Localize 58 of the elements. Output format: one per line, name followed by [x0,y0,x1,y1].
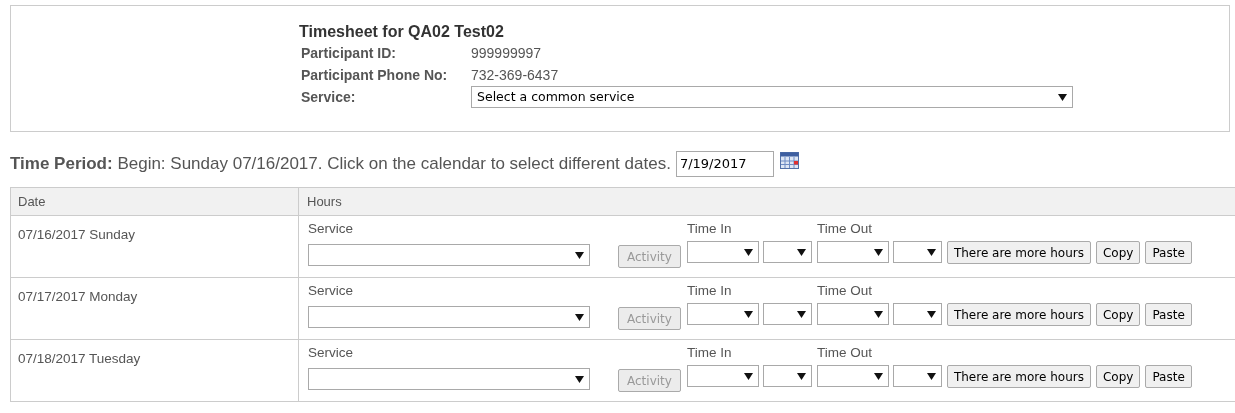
field-label: Time Out [816,219,873,238]
field-label: Time In [686,219,733,238]
field-label: Service [308,281,354,300]
calendar-icon[interactable] [779,151,799,169]
more-hours-button[interactable]: There are more hours [946,365,1091,388]
caret-icon [743,247,753,257]
field-label: Service [308,219,354,238]
minute-select[interactable] [892,241,942,263]
caret-icon [926,309,936,319]
field-label: Participant Phone No: [301,65,449,85]
minute-select[interactable] [892,365,942,387]
field-label: Participant ID: [301,43,397,63]
field-label: Time In [686,343,733,362]
minute-select[interactable] [892,303,942,325]
caret-icon [926,247,936,257]
date-input[interactable]: 7/19/2017 [675,151,774,177]
timesheet-title: Timesheet for QA02 Test02 [299,22,505,42]
date-cell: 07/17/2017 Monday [18,289,138,304]
paste-button[interactable]: Paste [1145,365,1192,388]
paste-button[interactable]: Paste [1145,303,1192,326]
caret-icon [1058,92,1067,102]
field-value: 732-369-6437 [471,65,559,85]
date-cell: 07/16/2017 Sunday [18,227,136,242]
caret-icon [743,309,753,319]
caret-icon [926,371,936,381]
service-select[interactable]: Select a common service [471,86,1073,108]
field-label: Time Out [816,281,873,300]
caret-icon [796,371,806,381]
time-period-text: Time Period: Begin: Sunday 07/16/2017. Click on the calendar to select different dates. [10,153,671,176]
caret-icon [575,250,584,260]
copy-button[interactable]: Copy [1095,241,1141,264]
minute-select[interactable] [762,365,812,387]
caret-icon [796,247,806,257]
copy-button[interactable]: Copy [1095,365,1141,388]
field-value: 999999997 [471,43,542,63]
field-label: Service: [301,87,357,107]
column-header: Hours [306,192,343,211]
caret-icon [743,371,753,381]
more-hours-button[interactable]: There are more hours [946,303,1091,326]
column-header: Date [11,188,299,215]
caret-icon [575,374,584,384]
service-select[interactable] [308,368,590,390]
copy-button[interactable]: Copy [1095,303,1141,326]
field-label: Service [308,343,354,362]
caret-icon [575,312,584,322]
minute-select[interactable] [762,241,812,263]
caret-icon [796,309,806,319]
caret-icon [873,309,883,319]
paste-button[interactable]: Paste [1145,241,1192,264]
service-select[interactable] [308,244,590,266]
service-select[interactable] [308,306,590,328]
caret-icon [873,247,883,257]
field-label: Time In [686,281,733,300]
more-hours-button[interactable]: There are more hours [946,241,1091,264]
field-label: Time Out [816,343,873,362]
caret-icon [873,371,883,381]
minute-select[interactable] [762,303,812,325]
date-cell: 07/18/2017 Tuesday [18,351,141,366]
